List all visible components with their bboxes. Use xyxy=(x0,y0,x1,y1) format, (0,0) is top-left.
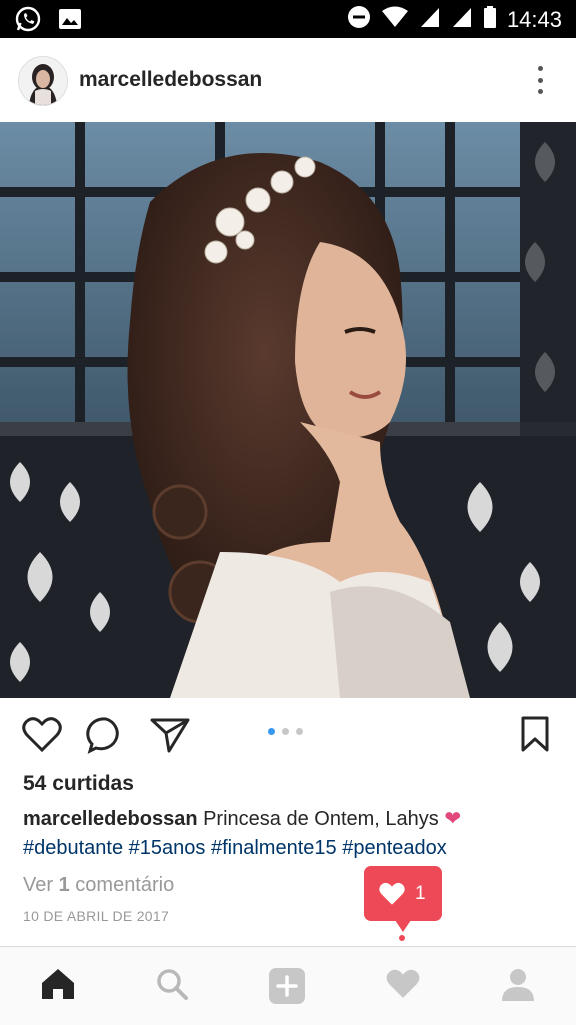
likes-count[interactable]: 54 curtidas xyxy=(23,772,134,796)
post-date: 10 DE ABRIL DE 2017 xyxy=(23,908,170,924)
battery-icon xyxy=(483,5,497,34)
hashtag-link[interactable]: #penteadox xyxy=(342,837,447,859)
search-icon[interactable] xyxy=(155,967,189,1006)
do-not-disturb-icon xyxy=(347,5,371,34)
gallery-icon xyxy=(58,7,82,36)
activity-indicator-dot xyxy=(399,935,405,941)
wifi-icon xyxy=(381,5,409,34)
carousel-dot xyxy=(296,728,303,735)
bottom-navigation xyxy=(0,946,576,1025)
post-header: marcelledebossan xyxy=(0,38,576,122)
carousel-indicator xyxy=(268,728,303,735)
caption-heart: ❤ xyxy=(444,808,462,830)
heart-icon xyxy=(378,881,406,911)
more-options-icon[interactable] xyxy=(528,66,552,94)
caption-text: Princesa de Ontem, Lahys xyxy=(203,808,439,830)
carousel-dot xyxy=(268,728,275,735)
view-comments-prefix: Ver xyxy=(23,874,54,896)
share-icon[interactable] xyxy=(149,716,191,759)
signal-icon xyxy=(451,5,473,34)
post-photo[interactable] xyxy=(0,122,576,698)
hashtag-link[interactable]: #15anos xyxy=(129,837,206,859)
toast-pointer xyxy=(395,920,411,932)
post-caption: marcelledebossan Princesa de Ontem, Lahy… xyxy=(23,805,553,863)
notification-count: 1 xyxy=(415,883,426,904)
hashtag-link[interactable]: #finalmente15 xyxy=(211,837,337,859)
post-actions xyxy=(0,698,576,768)
view-comments-suffix: comentário xyxy=(75,874,175,896)
like-heart-icon[interactable] xyxy=(22,716,62,757)
add-icon[interactable] xyxy=(268,967,306,1010)
hashtag-link[interactable]: #debutante xyxy=(23,837,123,859)
status-bar: 14:43 xyxy=(0,0,576,38)
clock: 14:43 xyxy=(506,6,562,32)
avatar[interactable] xyxy=(18,56,68,106)
post-username[interactable]: marcelledebossan xyxy=(79,68,262,92)
carousel-dot xyxy=(282,728,289,735)
comment-icon[interactable] xyxy=(86,716,126,759)
whatsapp-icon xyxy=(14,5,42,38)
activity-notification-toast[interactable]: 1 xyxy=(364,866,442,932)
view-comments-link[interactable]: Ver 1 comentário xyxy=(23,874,174,897)
signal-icon xyxy=(419,5,441,34)
view-comments-count: 1 xyxy=(58,874,70,896)
profile-icon[interactable] xyxy=(500,967,536,1008)
activity-icon[interactable] xyxy=(385,967,421,1005)
caption-username[interactable]: marcelledebossan xyxy=(23,808,198,830)
home-icon[interactable] xyxy=(40,967,76,1006)
bookmark-icon[interactable] xyxy=(520,716,550,757)
